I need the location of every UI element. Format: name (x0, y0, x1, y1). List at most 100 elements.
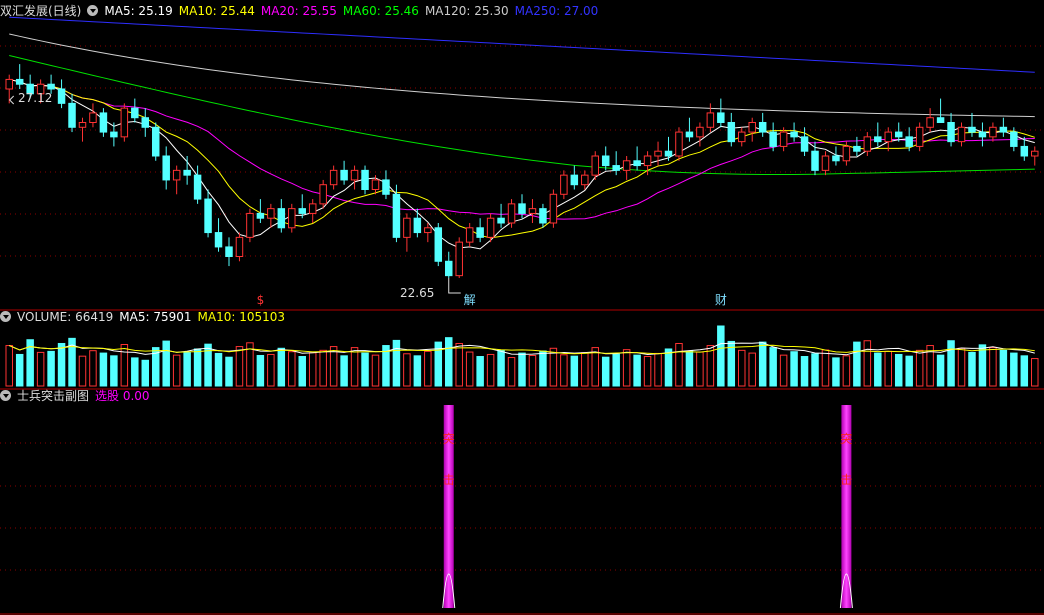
volume-bar (15, 353, 24, 387)
candle-body (47, 83, 55, 90)
candle-body (89, 112, 97, 124)
candle-body (246, 212, 254, 238)
volume-bar (267, 353, 275, 387)
candle-body (800, 136, 809, 152)
volume-bar (675, 342, 683, 387)
candle-body (68, 102, 76, 128)
volume-bar (894, 353, 903, 387)
event-tag-1: 解 (464, 293, 476, 307)
candle-body (989, 126, 997, 138)
candle-body (622, 160, 631, 171)
candle-body (298, 208, 306, 214)
candle-body (78, 122, 87, 128)
candle-body (664, 150, 673, 157)
dropdown-icon[interactable] (0, 311, 11, 322)
candle-body (235, 236, 244, 258)
volume-bar (549, 347, 558, 387)
candle-body (445, 260, 453, 277)
volume-bar (89, 350, 97, 387)
candle-body (1010, 131, 1018, 147)
dropdown-icon[interactable] (87, 5, 99, 16)
candle-body (204, 198, 212, 234)
volume-bar (465, 351, 474, 387)
candle-body (570, 174, 579, 186)
candle-body (591, 155, 599, 176)
high-marker (8, 95, 15, 105)
candle-body (654, 150, 662, 157)
main-indicators: MA5: 25.19 MA10: 25.44 MA20: 25.55 MA60: 25… (104, 4, 604, 18)
sub-title: 士兵突击副图 (17, 389, 90, 403)
volume-bar (36, 351, 45, 387)
ma-label-1: MA10: 25.44 (178, 4, 255, 18)
candle-body (476, 227, 484, 238)
volume-bar (957, 347, 966, 387)
volume-bar (507, 357, 516, 387)
volume-bar (612, 353, 620, 387)
candle-body (319, 184, 327, 205)
volume-bar (413, 355, 422, 387)
volume-bar (120, 344, 129, 387)
candle-body (465, 227, 474, 243)
candle-body (120, 107, 129, 138)
volume-bar (622, 349, 631, 387)
candle-body (267, 208, 275, 219)
main-panel-header: 双汇发展(日线) MA5: 25.19 MA10: 25.44 MA20: 25.55… (0, 2, 610, 20)
volume-bar (214, 352, 223, 387)
volume-bar (539, 350, 547, 387)
candle-body (424, 227, 432, 234)
candle-body (915, 126, 924, 147)
volume-bar (779, 354, 788, 387)
candle-body (727, 122, 736, 143)
volume-bar (560, 354, 568, 387)
candle-body (329, 169, 338, 186)
event-tag-0: $ (257, 293, 265, 307)
volume-bar (947, 340, 955, 387)
volume-bar (288, 351, 296, 387)
candle-body (455, 241, 463, 277)
vol-ma-label-0: MA5: 75901 (119, 310, 192, 324)
candle-body (758, 122, 767, 133)
candle-body (110, 131, 118, 138)
candle-body (601, 155, 610, 167)
volume-bar (884, 350, 893, 387)
volume-bar (905, 355, 913, 387)
candle-body (434, 227, 443, 262)
volume-bar (790, 351, 798, 387)
sub-ind-label-0: 选股 0.00 (95, 389, 150, 403)
volume-panel-header: VOLUME: 66419 MA5: 75901 MA10: 105103 (0, 308, 297, 326)
volume-bar (685, 350, 694, 387)
candle-body (57, 88, 66, 104)
volume-bar (758, 341, 767, 387)
candle-body (706, 112, 715, 128)
volume-bar (874, 352, 882, 387)
candle-body (5, 78, 13, 90)
volume-bar (1031, 358, 1039, 387)
volume-bar (5, 345, 13, 387)
sub-panel-header: 士兵突击副图 选股 0.00 (0, 387, 162, 405)
volume-bar (811, 353, 819, 387)
candle-body (340, 169, 348, 181)
volume-bar (235, 346, 244, 387)
volume-bar (570, 355, 579, 387)
candle-body (779, 131, 788, 147)
volume-bar (518, 352, 526, 387)
volume-bar (643, 356, 652, 387)
volume-bar (832, 357, 840, 387)
volume-bar (162, 340, 170, 387)
low-price-label: 22.65 (400, 286, 435, 300)
candle-body (371, 179, 380, 191)
candle-body (225, 246, 233, 258)
volume-bar (455, 342, 463, 387)
volume-bar (486, 353, 495, 387)
volume-bar (57, 342, 66, 387)
candle-body (633, 160, 641, 167)
candle-body (256, 212, 265, 219)
candle-body (643, 155, 652, 167)
volume-bar (371, 354, 380, 387)
dropdown-icon[interactable] (0, 390, 11, 401)
candle-body (308, 203, 317, 214)
candle-body (528, 208, 537, 214)
volume-bar (172, 354, 181, 387)
volume-bar (915, 349, 924, 387)
candle-body (560, 174, 568, 195)
